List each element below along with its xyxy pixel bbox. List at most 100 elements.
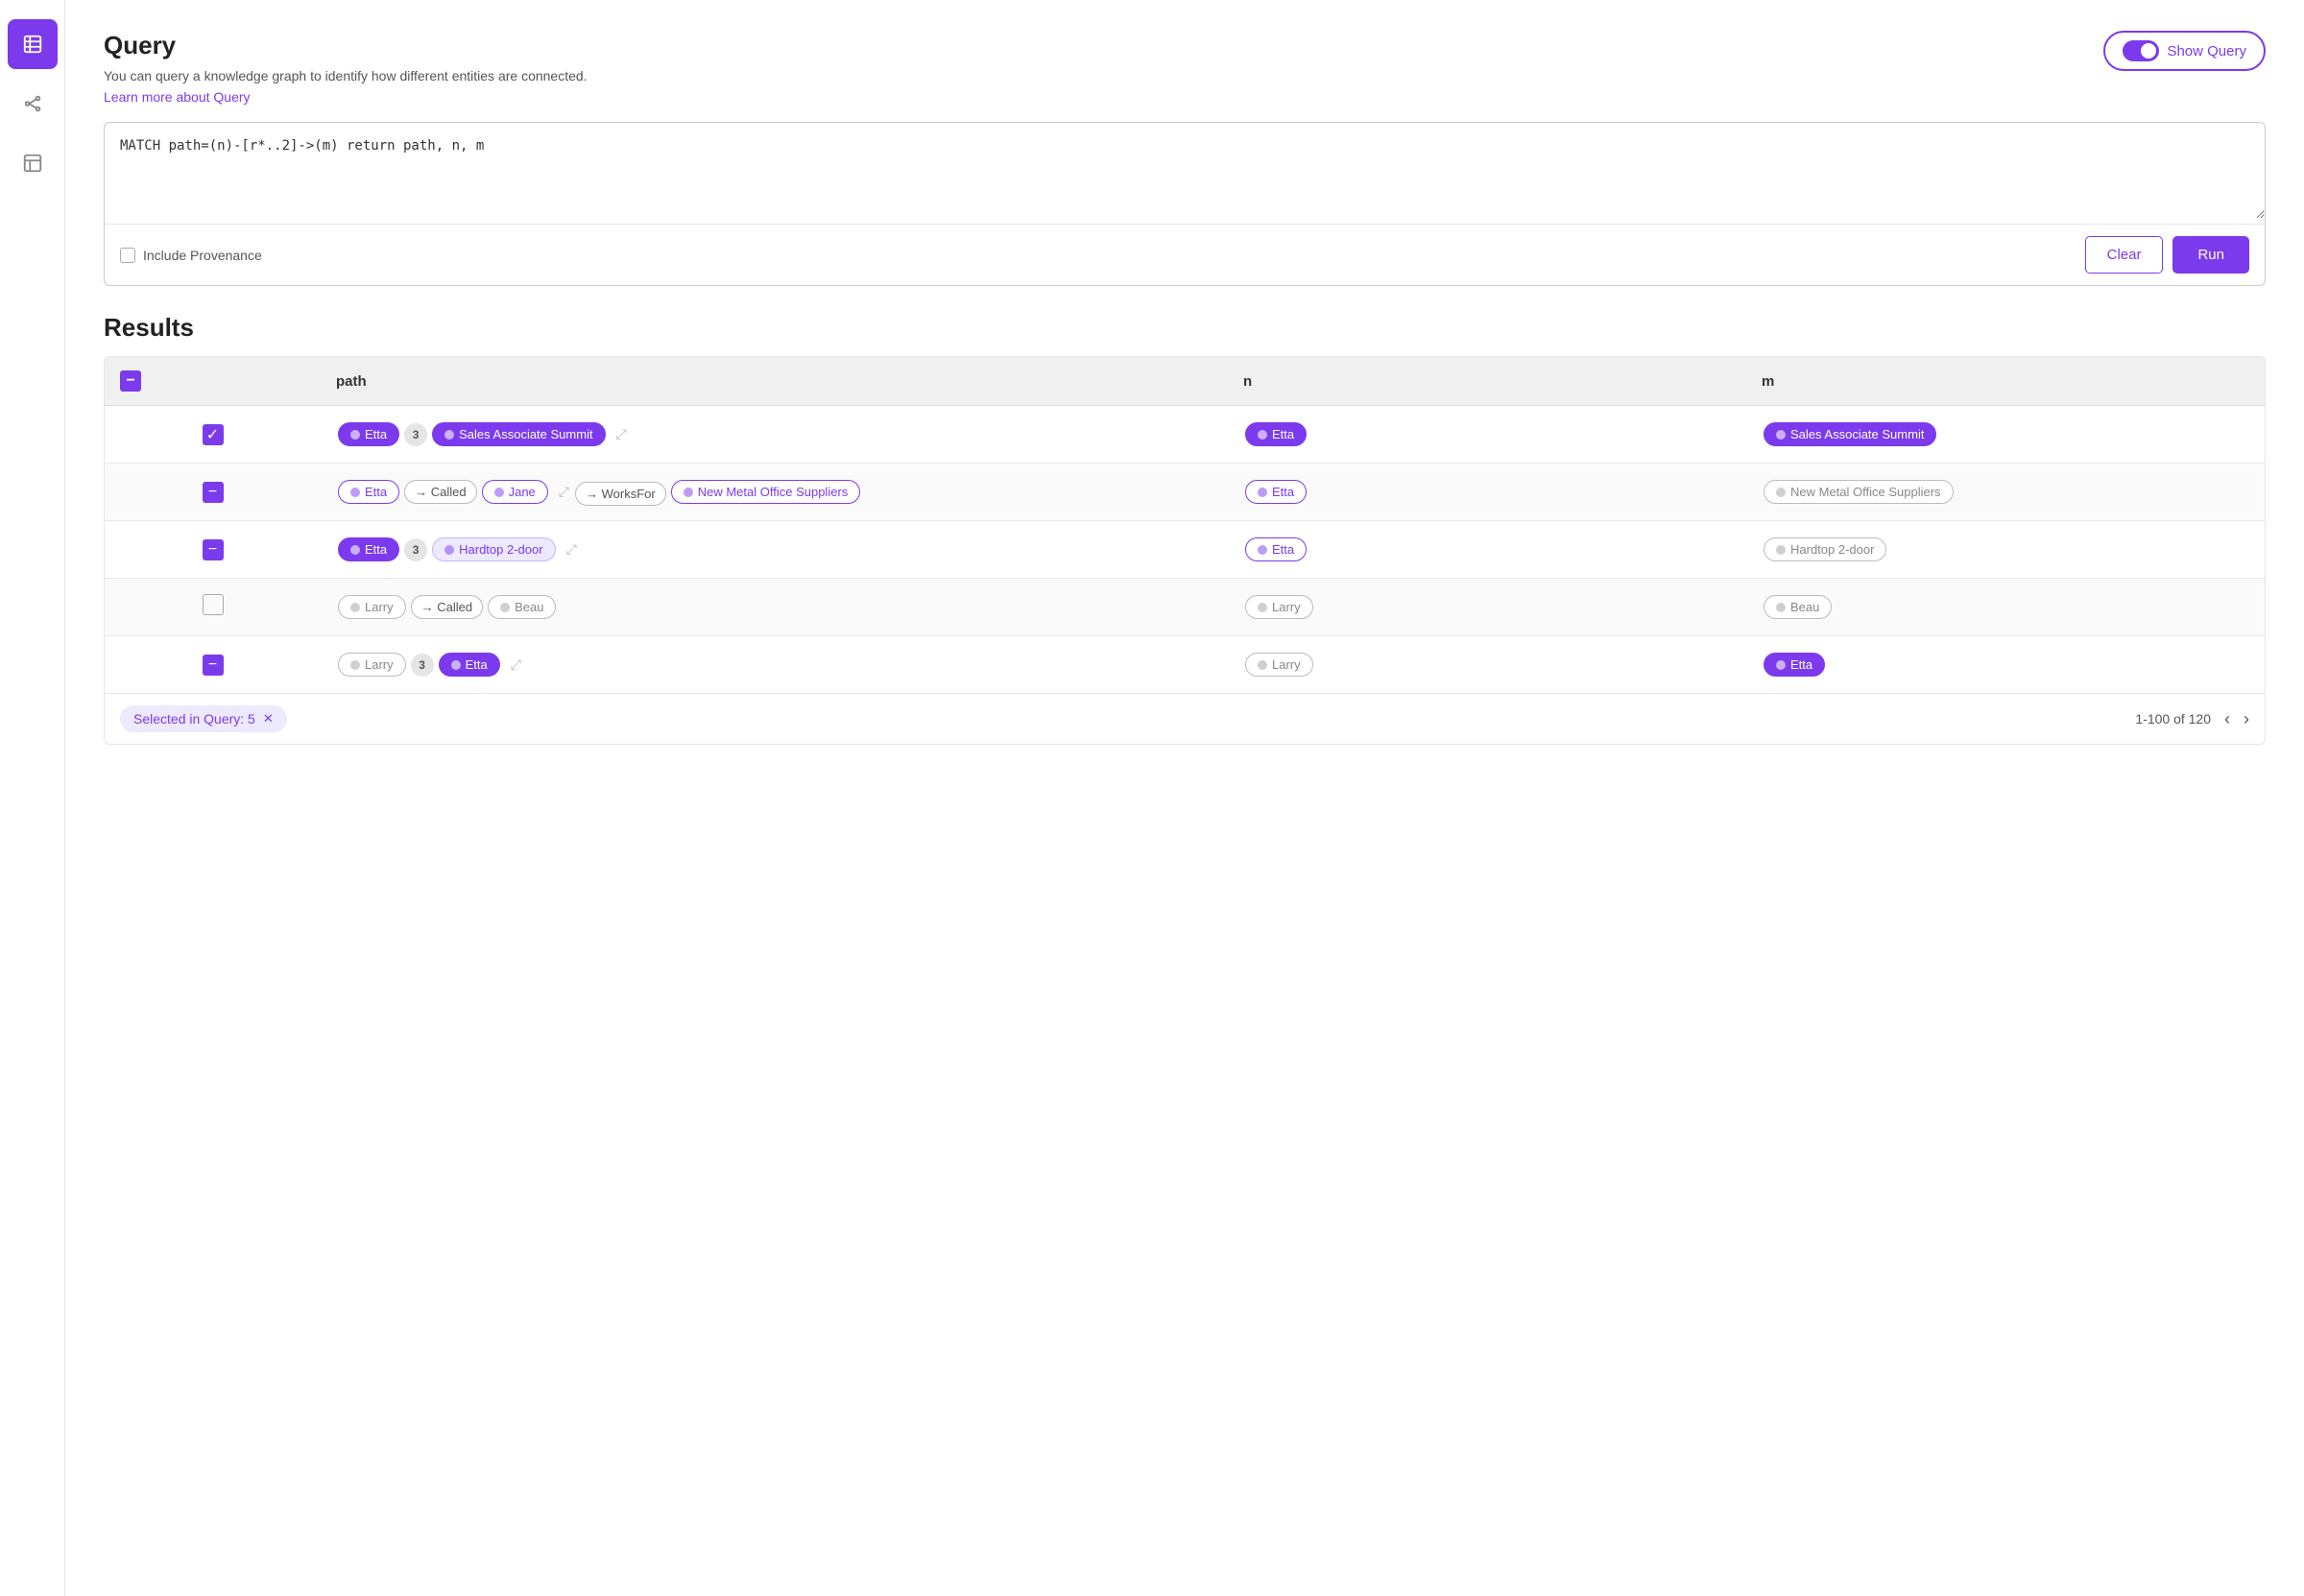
selected-badge: Selected in Query: 5 ✕ <box>120 705 287 732</box>
chip-larry-5: Larry <box>338 653 406 677</box>
row-1-checkbox[interactable]: ✓ <box>203 424 224 445</box>
pagination-text: 1-100 of 120 <box>2135 711 2211 727</box>
chip-number-3-1: 3 <box>404 423 427 446</box>
m-chip-nmco-2: New Metal Office Suppliers <box>1764 480 1954 504</box>
results-table-wrap: − path n m ✓ Etta <box>104 356 2266 745</box>
table-row: − Larry 3 Etta ⤢ <box>105 636 2265 694</box>
row-2-path-chips: Etta → Called Jane ⤢ → WorksFor New Meta… <box>336 477 1212 507</box>
row-5-path-cell: Larry 3 Etta ⤢ <box>321 636 1228 694</box>
query-textarea[interactable]: MATCH path=(n)-[r*..2]->(m) return path,… <box>105 123 2265 219</box>
table-row: ✓ Etta 3 Sales Associate Summit ⤢ <box>105 406 2265 464</box>
row-3-check-cell[interactable]: − <box>105 521 321 579</box>
n-chip-etta-3: Etta <box>1245 537 1307 561</box>
row-5-checkbox[interactable]: − <box>203 655 224 676</box>
query-desc: You can query a knowledge graph to ident… <box>104 68 588 83</box>
sidebar-item-edit[interactable] <box>8 138 58 188</box>
row-4-m-cell: Beau <box>1746 579 2265 636</box>
row-3-checkbox[interactable]: − <box>203 539 224 560</box>
show-query-label: Show Query <box>2167 43 2246 60</box>
row-4-checkbox[interactable] <box>203 594 224 615</box>
table-row: − Etta → Called Jane ⤢ <box>105 464 2265 521</box>
th-n: n <box>1228 357 1746 406</box>
row-2-m-cell: New Metal Office Suppliers <box>1746 464 2265 521</box>
row-4-path-cell: Larry → Called Beau <box>321 579 1228 636</box>
chip-larry-4: Larry <box>338 595 406 619</box>
chip-worksfor-2: → WorksFor <box>575 482 666 506</box>
row-1-check-cell[interactable]: ✓ <box>105 406 321 464</box>
row-1-path-chips: Etta 3 Sales Associate Summit ⤢ <box>336 419 1212 449</box>
table-footer: Selected in Query: 5 ✕ 1-100 of 120 ‹ › <box>105 693 2265 744</box>
sidebar-item-graph[interactable] <box>8 79 58 129</box>
table-header-row: − path n m <box>105 357 2265 406</box>
prev-page-button[interactable]: ‹ <box>2224 709 2230 729</box>
clear-button[interactable]: Clear <box>2085 236 2164 274</box>
results-title: Results <box>104 313 2266 343</box>
provenance-label[interactable]: Include Provenance <box>120 248 262 263</box>
toggle-thumb <box>2141 43 2156 59</box>
page-title: Query <box>104 31 588 60</box>
select-all-icon[interactable]: − <box>120 370 141 392</box>
query-box: MATCH path=(n)-[r*..2]->(m) return path,… <box>104 122 2266 286</box>
n-chip-etta-2: Etta <box>1245 480 1307 504</box>
row-1-path-cell: Etta 3 Sales Associate Summit ⤢ <box>321 406 1228 464</box>
row-2-n-cell: Etta <box>1228 464 1746 521</box>
n-chip-larry-4: Larry <box>1245 595 1313 619</box>
sidebar <box>0 0 65 1596</box>
chip-number-3-3: 3 <box>404 538 427 561</box>
chip-called-4: → Called <box>411 595 483 619</box>
m-chip-hardtop-3: Hardtop 2-door <box>1764 537 1886 561</box>
row-2-check-cell[interactable]: − <box>105 464 321 521</box>
chip-etta-2: Etta <box>338 480 399 504</box>
th-m: m <box>1746 357 2265 406</box>
row-5-check-cell[interactable]: − <box>105 636 321 694</box>
m-chip-beau-4: Beau <box>1764 595 1832 619</box>
selected-badge-text: Selected in Query: 5 <box>133 711 255 727</box>
chip-hardtop-3: Hardtop 2-door <box>432 537 555 561</box>
provenance-checkbox[interactable] <box>120 248 135 263</box>
row-5-n-cell: Larry <box>1228 636 1746 694</box>
row-2-checkbox[interactable]: − <box>203 482 224 503</box>
m-chip-sales-summit-1: Sales Associate Summit <box>1764 422 1936 446</box>
m-chip-etta-5: Etta <box>1764 653 1825 677</box>
row-4-n-cell: Larry <box>1228 579 1746 636</box>
main-content: Query You can query a knowledge graph to… <box>65 0 2304 1596</box>
row-5-path-chips: Larry 3 Etta ⤢ <box>336 650 1212 679</box>
row-1-n-cell: Etta <box>1228 406 1746 464</box>
chip-called-2: → Called <box>404 480 476 504</box>
expand-icon-5[interactable]: ⤢ <box>511 656 521 673</box>
n-chip-etta-1: Etta <box>1245 422 1307 446</box>
pagination: 1-100 of 120 ‹ › <box>2135 709 2249 729</box>
chip-sales-summit-1: Sales Associate Summit <box>432 422 605 446</box>
expand-icon-1[interactable]: ⤢ <box>616 426 627 442</box>
row-1-m-cell: Sales Associate Summit <box>1746 406 2265 464</box>
query-header-left: Query You can query a knowledge graph to… <box>104 31 588 122</box>
row-3-n-cell: Etta <box>1228 521 1746 579</box>
chip-etta-3: Etta <box>338 537 399 561</box>
sidebar-item-table[interactable] <box>8 19 58 69</box>
n-chip-larry-5: Larry <box>1245 653 1313 677</box>
clear-selection-button[interactable]: ✕ <box>263 711 274 727</box>
chip-number-3-5: 3 <box>411 654 434 677</box>
learn-more-link[interactable]: Learn more about Query <box>104 89 251 105</box>
graph-icon <box>22 93 43 114</box>
row-4-check-cell[interactable] <box>105 579 321 636</box>
show-query-button[interactable]: Show Query <box>2103 31 2266 71</box>
next-page-button[interactable]: › <box>2244 709 2249 729</box>
row-3-path-chips: Etta 3 Hardtop 2-door ⤢ <box>336 535 1212 564</box>
provenance-text: Include Provenance <box>143 248 262 263</box>
row-3-m-cell: Hardtop 2-door <box>1746 521 2265 579</box>
query-footer: Include Provenance Clear Run <box>105 224 2265 285</box>
toggle-track <box>2123 40 2159 61</box>
expand-icon-2[interactable]: ⤢ <box>559 484 569 500</box>
chip-etta-5: Etta <box>439 653 500 677</box>
table-row: Larry → Called Beau Larry <box>105 579 2265 636</box>
chip-nmco-2: New Metal Office Suppliers <box>671 480 861 504</box>
row-4-path-chips: Larry → Called Beau <box>336 592 1212 622</box>
row-2-path-cell: Etta → Called Jane ⤢ → WorksFor New Meta… <box>321 464 1228 521</box>
table-row: − Etta 3 Hardtop 2-door ⤢ <box>105 521 2265 579</box>
run-button[interactable]: Run <box>2172 236 2249 274</box>
th-select-all[interactable]: − <box>105 357 321 406</box>
results-table: − path n m ✓ Etta <box>105 357 2265 693</box>
expand-icon-3[interactable]: ⤢ <box>566 541 577 558</box>
chip-etta-1: Etta <box>338 422 399 446</box>
